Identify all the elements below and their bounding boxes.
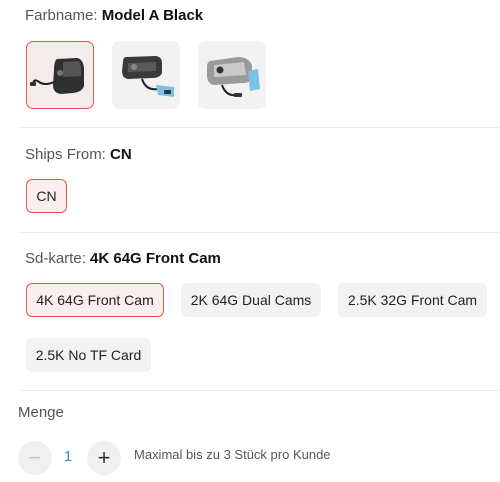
ships-label-text: Ships From: (25, 146, 106, 163)
sd-label: Sd-karte: 4K 64G Front Cam (25, 250, 221, 267)
color-option-model-silver[interactable] (198, 41, 266, 109)
dashcam-grey-icon (122, 56, 174, 97)
sd-selected-value: 4K 64G Front Cam (90, 250, 221, 267)
dashcam-black-icon (30, 58, 84, 94)
sd-option-2k-64g-dual[interactable]: 2K 64G Dual Cams (181, 283, 321, 317)
color-option-model-a-black[interactable] (26, 41, 94, 109)
ships-option-cn[interactable]: CN (26, 179, 67, 213)
ships-label: Ships From: CN (25, 146, 132, 163)
sd-option-4k-64g-front[interactable]: 4K 64G Front Cam (26, 283, 164, 317)
color-label: Farbname: Model A Black (25, 7, 203, 24)
color-selected-value: Model A Black (101, 7, 204, 24)
color-option-model-grey[interactable] (112, 41, 180, 109)
quantity-decrease-button[interactable]: − (18, 441, 52, 475)
divider (18, 390, 500, 391)
quantity-limit-note: Maximal bis zu 3 Stück pro Kunde (134, 447, 331, 462)
sd-option-2-5k-32g-front[interactable]: 2.5K 32G Front Cam (338, 283, 487, 317)
divider (18, 127, 500, 128)
ships-selected-value: CN (110, 146, 132, 163)
sd-label-text: Sd-karte: (25, 250, 86, 267)
dashcam-silver-icon (207, 57, 260, 97)
quantity-increase-button[interactable]: + (87, 441, 121, 475)
quantity-label: Menge (18, 404, 64, 421)
color-label-text: Farbname: (25, 7, 98, 24)
divider (18, 232, 500, 233)
sd-option-2-5k-no-tf[interactable]: 2.5K No TF Card (26, 338, 151, 372)
quantity-value[interactable]: 1 (58, 448, 78, 465)
